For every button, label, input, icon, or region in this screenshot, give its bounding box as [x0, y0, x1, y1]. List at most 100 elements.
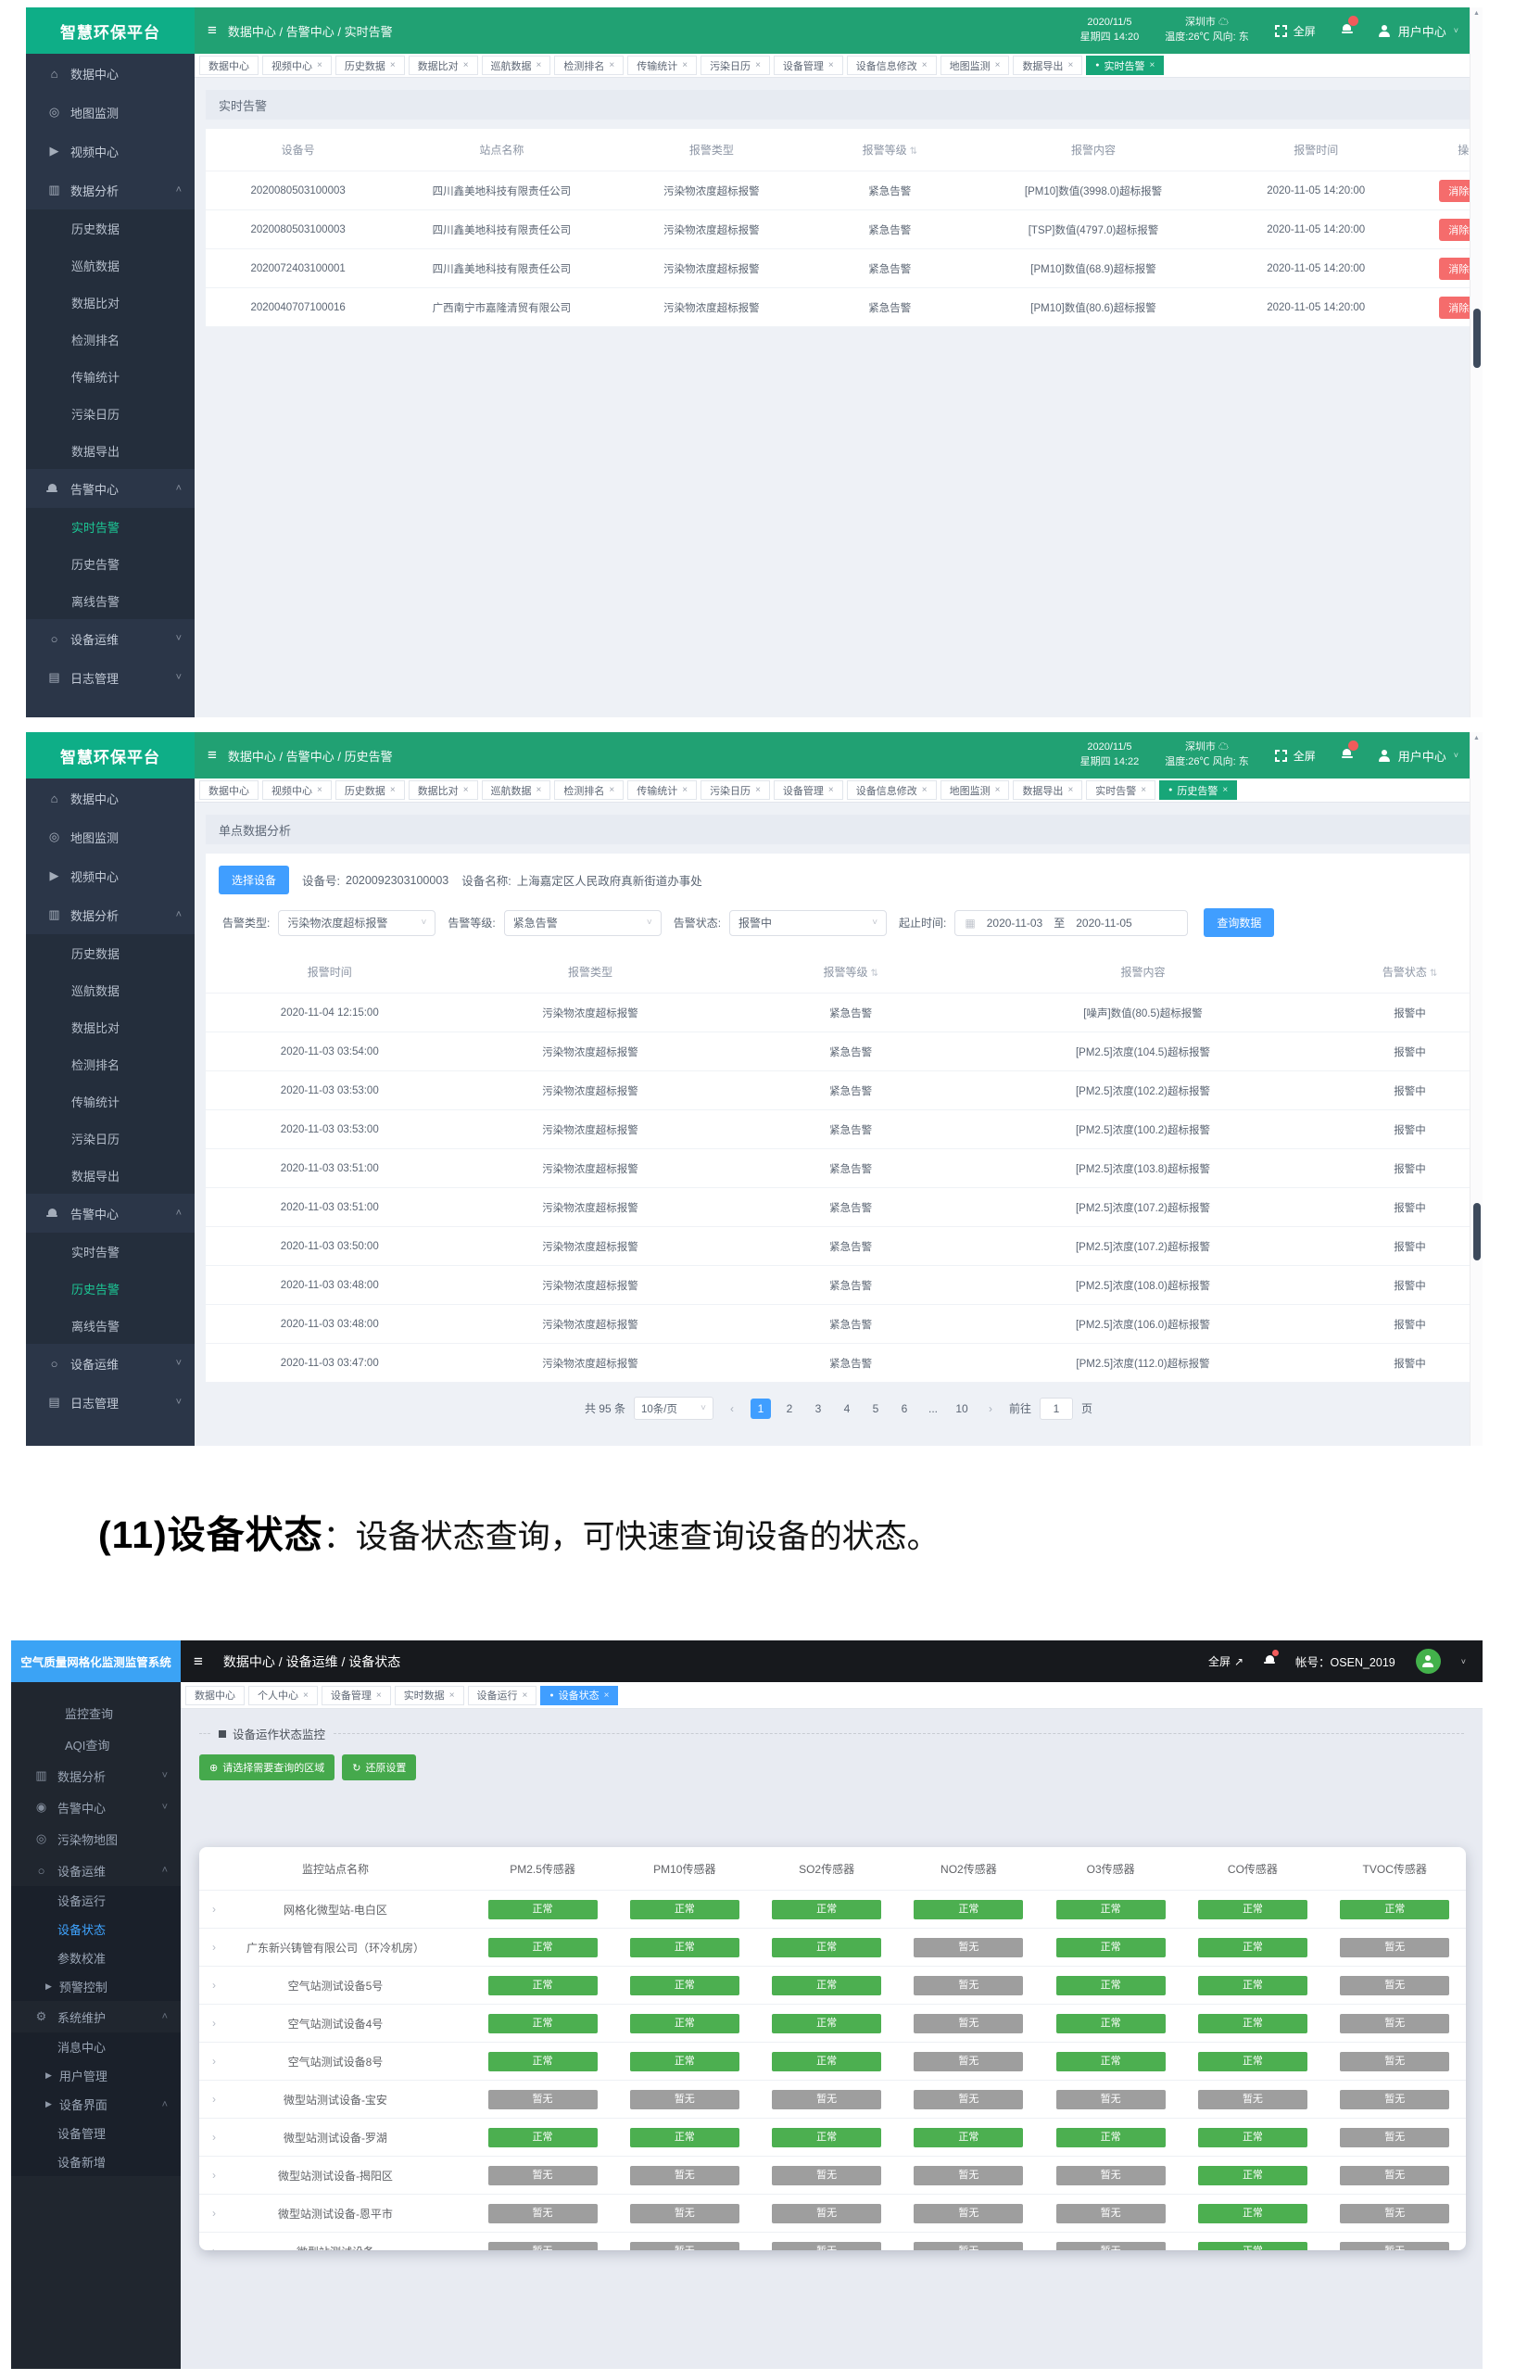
sidebar-item-预警控制[interactable]: ▶预警控制 [11, 1972, 181, 2001]
scroll-up-icon[interactable]: ▲ [1471, 7, 1483, 19]
sidebar-item-告警中心[interactable]: 告警中心˄ [26, 469, 195, 508]
sidebar-item-历史数据[interactable]: 历史数据 [26, 209, 195, 247]
scrollbar[interactable]: ▲ [1470, 7, 1483, 717]
notification-button[interactable] [1342, 22, 1353, 39]
sidebar-item-用户管理[interactable]: ▶用户管理 [11, 2061, 181, 2090]
tab-实时告警[interactable]: 实时告警× [1086, 780, 1155, 800]
sidebar-item-视频中心[interactable]: ▶视频中心 [26, 132, 195, 171]
tab-视频中心[interactable]: 视频中心× [262, 780, 332, 800]
sidebar-item-检测排名[interactable]: 检测排名 [26, 321, 195, 358]
user-menu[interactable]: 用户中心 ˅ [1379, 747, 1458, 765]
sidebar-item-传输统计[interactable]: 传输统计 [26, 1082, 195, 1120]
tab-历史告警[interactable]: ●历史告警× [1159, 780, 1237, 800]
avatar[interactable] [1416, 1649, 1441, 1674]
tab-close-icon[interactable]: × [376, 1690, 382, 1701]
tab-地图监测[interactable]: 地图监测× [940, 780, 1010, 800]
sidebar-item-数据中心[interactable]: ⌂数据中心 [26, 54, 195, 93]
notification-button[interactable] [1342, 747, 1353, 764]
sort-icon[interactable]: ⇅ [870, 968, 877, 979]
sort-icon[interactable]: ⇅ [910, 146, 917, 157]
tab-close-icon[interactable]: × [463, 60, 469, 70]
tab-数据中心[interactable]: 数据中心 [199, 780, 259, 800]
expand-arrow-icon[interactable]: › [212, 2055, 216, 2068]
date-range-picker[interactable]: ▦ 2020-11-03 至 2020-11-05 [954, 910, 1188, 936]
fullscreen-button[interactable]: 全屏 ↗ [1208, 1653, 1243, 1669]
tab-close-icon[interactable]: × [755, 60, 761, 70]
tab-设备信息修改[interactable]: 设备信息修改× [847, 780, 937, 800]
sidebar-item-告警中心[interactable]: ◉告警中心˅ [11, 1791, 181, 1823]
tab-close-icon[interactable]: × [536, 60, 542, 70]
sidebar-item-消息中心[interactable]: 消息中心 [11, 2032, 181, 2061]
page-button-10[interactable]: 10 [952, 1399, 972, 1419]
tab-close-icon[interactable]: × [755, 785, 761, 795]
sort-icon[interactable]: ⇅ [1430, 968, 1437, 979]
sidebar-item-AQI查询[interactable]: AQI查询 [11, 1728, 181, 1760]
next-page-button[interactable]: › [980, 1399, 1001, 1419]
tab-实时告警[interactable]: ●实时告警× [1086, 56, 1164, 75]
sidebar-item-数据分析[interactable]: ▥数据分析˄ [26, 895, 195, 934]
sidebar-item-数据分析[interactable]: ▥数据分析˅ [11, 1760, 181, 1791]
tab-close-icon[interactable]: × [828, 60, 834, 70]
sidebar-item-数据比对[interactable]: 数据比对 [26, 284, 195, 321]
goto-page-input[interactable] [1040, 1398, 1073, 1420]
alarm-level-select[interactable]: 紧急告警 ˅ [504, 910, 662, 936]
page-button-1[interactable]: 1 [751, 1399, 771, 1419]
sidebar-item-离线告警[interactable]: 离线告警 [26, 582, 195, 619]
hamburger-icon[interactable]: ≡ [208, 21, 217, 40]
page-button-5[interactable]: 5 [865, 1399, 886, 1419]
fullscreen-button[interactable]: 全屏 [1275, 748, 1316, 764]
tab-close-icon[interactable]: × [609, 785, 614, 795]
tab-数据导出[interactable]: 数据导出× [1013, 780, 1082, 800]
sidebar-item-数据中心[interactable]: ⌂数据中心 [26, 779, 195, 817]
tab-传输统计[interactable]: 传输统计× [627, 780, 697, 800]
tab-close-icon[interactable]: × [828, 785, 834, 795]
sidebar-item-地图监测[interactable]: ◎地图监测 [26, 93, 195, 132]
sidebar-item-设备界面[interactable]: ▶设备界面˄ [11, 2090, 181, 2119]
tab-数据导出[interactable]: 数据导出× [1013, 56, 1082, 75]
scrollbar-thumb[interactable] [1473, 309, 1481, 368]
tab-close-icon[interactable]: × [1150, 60, 1155, 70]
expand-arrow-icon[interactable]: › [212, 2207, 216, 2220]
sidebar-item-污染日历[interactable]: 污染日历 [26, 395, 195, 432]
page-button-4[interactable]: 4 [837, 1399, 857, 1419]
expand-arrow-icon[interactable]: › [212, 1903, 216, 1916]
tab-数据中心[interactable]: 数据中心 [199, 56, 259, 75]
page-button-6[interactable]: 6 [894, 1399, 915, 1419]
sidebar-item-数据导出[interactable]: 数据导出 [26, 432, 195, 469]
sidebar-item-日志管理[interactable]: ▤日志管理˅ [26, 1383, 195, 1422]
scroll-up-icon[interactable]: ▲ [1471, 732, 1483, 744]
sidebar-item-设备运维[interactable]: ○设备运维˄ [11, 1855, 181, 1886]
tab-传输统计[interactable]: 传输统计× [627, 56, 697, 75]
sidebar-item-污染日历[interactable]: 污染日历 [26, 1120, 195, 1157]
sidebar-item-巡航数据[interactable]: 巡航数据 [26, 971, 195, 1008]
sidebar-item-数据导出[interactable]: 数据导出 [26, 1157, 195, 1194]
sidebar-item-监控查询[interactable]: 监控查询 [11, 1697, 181, 1728]
tab-设备管理[interactable]: 设备管理× [774, 780, 843, 800]
sidebar-item-日志管理[interactable]: ▤日志管理˅ [26, 658, 195, 697]
sidebar-item-数据比对[interactable]: 数据比对 [26, 1008, 195, 1045]
tab-历史数据[interactable]: 历史数据× [335, 56, 405, 75]
sidebar-item-设备新增[interactable]: 设备新增 [11, 2147, 181, 2176]
tab-close-icon[interactable]: × [682, 60, 688, 70]
tab-close-icon[interactable]: × [609, 60, 614, 70]
tab-close-icon[interactable]: × [317, 60, 322, 70]
expand-arrow-icon[interactable]: › [212, 2093, 216, 2106]
sidebar-item-实时告警[interactable]: 实时告警 [26, 508, 195, 545]
alarm-type-select[interactable]: 污染物浓度超标报警 ˅ [278, 910, 435, 936]
tab-close-icon[interactable]: × [390, 785, 396, 795]
tab-数据比对[interactable]: 数据比对× [409, 56, 478, 75]
sidebar-item-设备运维[interactable]: ○设备运维˅ [26, 619, 195, 658]
page-button-2[interactable]: 2 [779, 1399, 800, 1419]
sidebar-item-实时告警[interactable]: 实时告警 [26, 1233, 195, 1270]
page-button-...[interactable]: ... [923, 1399, 943, 1419]
sidebar-item-告警中心[interactable]: 告警中心˄ [26, 1194, 195, 1233]
tab-巡航数据[interactable]: 巡航数据× [482, 780, 551, 800]
tab-检测排名[interactable]: 检测排名× [554, 780, 624, 800]
tab-设备信息修改[interactable]: 设备信息修改× [847, 56, 937, 75]
sidebar-item-检测排名[interactable]: 检测排名 [26, 1045, 195, 1082]
tab-检测排名[interactable]: 检测排名× [554, 56, 624, 75]
expand-arrow-icon[interactable]: › [212, 2131, 216, 2144]
sidebar-item-系统维护[interactable]: ⚙系统维护˄ [11, 2001, 181, 2032]
tab-close-icon[interactable]: × [1067, 785, 1073, 795]
tab-close-icon[interactable]: × [390, 60, 396, 70]
